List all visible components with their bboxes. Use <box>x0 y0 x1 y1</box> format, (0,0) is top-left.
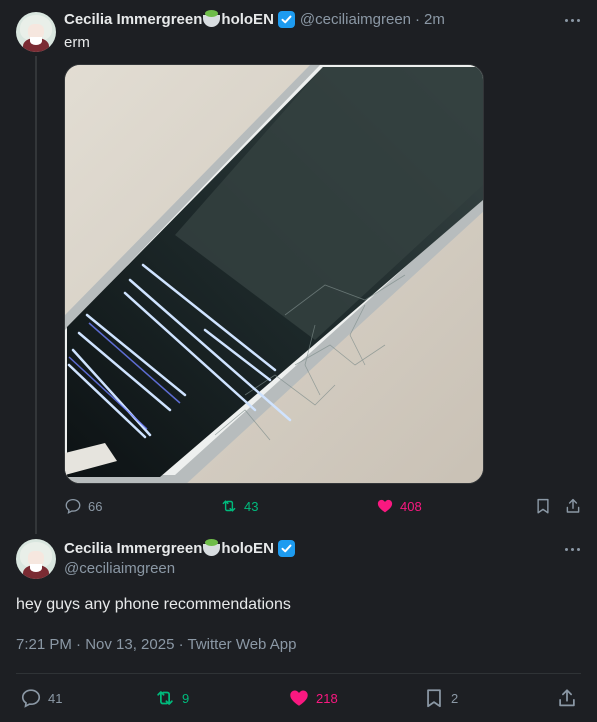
display-name[interactable]: Cecilia Immergreen <box>64 540 202 557</box>
tweet-header: Cecilia Immergreen holoEN <box>64 538 295 557</box>
tweet-header: Cecilia Immergreen holoEN @ceciliaimgree… <box>64 9 445 28</box>
tweet-thread: Cecilia Immergreen holoEN @ceciliaimgree… <box>0 0 597 722</box>
retweet-count: 43 <box>244 498 259 514</box>
display-name-suffix[interactable]: holoEN <box>221 540 274 557</box>
retweet-icon <box>222 500 236 512</box>
bookmark-icon <box>427 689 441 708</box>
verified-icon[interactable] <box>277 11 295 28</box>
reply-count: 41 <box>48 690 63 706</box>
retweet-button[interactable]: 9 <box>154 687 189 709</box>
more-icon[interactable] <box>562 10 582 30</box>
bookmark-button[interactable] <box>534 497 552 515</box>
thread-connector-line <box>35 56 37 534</box>
share-icon <box>559 689 575 707</box>
like-button[interactable]: 408 <box>376 497 422 515</box>
more-icon[interactable] <box>562 539 582 559</box>
bookmark-icon <box>537 498 549 514</box>
user-handle[interactable]: @ceciliaimgreen <box>300 11 411 28</box>
tweet-timestamp[interactable]: 7:21 PM · Nov 13, 2025 · Twitter Web App <box>16 636 296 653</box>
retweet-count: 9 <box>182 690 190 706</box>
display-name[interactable]: Cecilia Immergreen <box>64 11 202 28</box>
avatar[interactable] <box>16 12 56 52</box>
like-icon <box>377 499 393 513</box>
tweet-time[interactable]: 2m <box>424 11 445 28</box>
like-icon <box>290 690 308 706</box>
like-button[interactable]: 218 <box>288 687 338 709</box>
retweet-icon <box>157 691 173 705</box>
bookmark-button[interactable]: 2 <box>423 687 458 709</box>
user-handle[interactable]: @ceciliaimgreen <box>64 560 175 577</box>
salad-emoji-icon <box>203 9 221 27</box>
handle-row: @ceciliaimgreen <box>64 560 175 577</box>
retweet-button[interactable]: 43 <box>220 497 258 515</box>
like-count: 408 <box>400 498 422 514</box>
separator-dot: · <box>415 11 421 28</box>
salad-emoji-icon <box>203 538 221 556</box>
share-button[interactable] <box>556 687 578 709</box>
reply-icon <box>65 498 81 514</box>
tweet-text: erm <box>64 34 90 51</box>
display-name-suffix[interactable]: holoEN <box>221 11 274 28</box>
avatar[interactable] <box>16 539 56 579</box>
tweet-image[interactable] <box>64 64 484 484</box>
reply-icon <box>21 689 41 708</box>
share-button[interactable] <box>564 497 582 515</box>
cracked-phone-photo <box>65 65 483 483</box>
tweet-text: hey guys any phone recommendations <box>16 596 291 613</box>
verified-icon[interactable] <box>277 540 295 557</box>
share-icon <box>566 498 580 513</box>
reply-button[interactable]: 66 <box>64 497 102 515</box>
reply-button[interactable]: 41 <box>20 687 62 709</box>
bookmark-count: 2 <box>451 690 459 706</box>
reply-count: 66 <box>88 498 103 514</box>
like-count: 218 <box>316 690 338 706</box>
divider <box>16 673 581 674</box>
